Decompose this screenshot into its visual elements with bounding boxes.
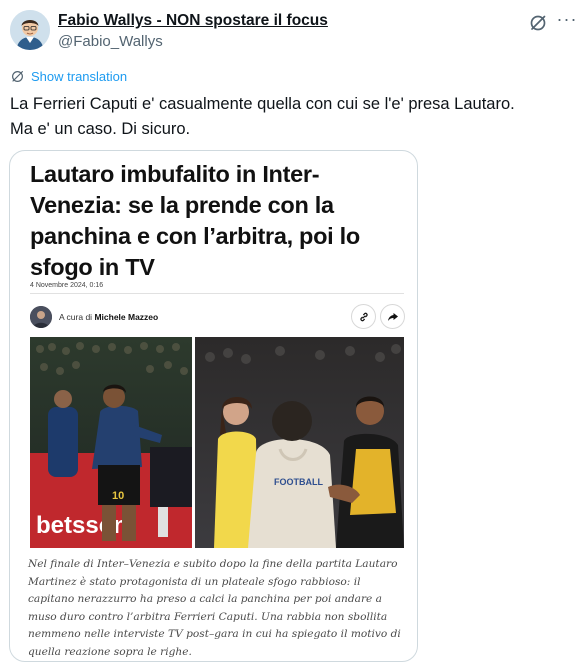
photo-shirt-text: FOOTBALL xyxy=(274,477,323,487)
divider xyxy=(30,293,404,294)
link-icon xyxy=(359,312,368,321)
byline-author: Michele Mazzeo xyxy=(94,312,159,322)
grok-icon[interactable] xyxy=(528,13,548,33)
author-name[interactable]: Fabio Wallys - NON spostare il focus xyxy=(58,12,328,30)
tweet-line-2: Ma e' un caso. Di sicuro. xyxy=(10,120,191,138)
article-photo: betsson 10 FOOTBALL xyxy=(30,337,404,548)
tweet-text: La Ferrieri Caputi e' casualmente quella… xyxy=(10,92,580,142)
byline-prefix: A cura di xyxy=(59,312,93,322)
tweet-line-1: La Ferrieri Caputi e' casualmente quella… xyxy=(10,95,515,113)
show-translation-label[interactable]: Show translation xyxy=(31,69,127,84)
more-icon[interactable]: ··· xyxy=(556,10,578,32)
share-icon xyxy=(387,312,398,321)
show-translation-link[interactable]: Show translation xyxy=(10,69,127,84)
byline-avatar xyxy=(30,306,52,328)
article-caption: Nel finale di Inter–Venezia e subito dop… xyxy=(28,558,401,658)
article-byline: A cura di Michele Mazzeo xyxy=(59,312,158,322)
media-card[interactable]: Lautaro imbufalito in Inter-Venezia: se … xyxy=(9,150,418,662)
article-date: 4 Novembre 2024, 0:16 xyxy=(30,282,104,289)
share-button[interactable] xyxy=(380,304,405,329)
author-avatar[interactable] xyxy=(10,10,50,50)
photo-shirt-number: 10 xyxy=(112,490,124,502)
translate-icon xyxy=(12,71,23,82)
author-handle[interactable]: @Fabio_Wallys xyxy=(58,33,328,50)
avatar-illustration xyxy=(10,10,50,50)
author-block: Fabio Wallys - NON spostare il focus @Fa… xyxy=(58,12,328,50)
copy-link-button[interactable] xyxy=(351,304,376,329)
article-headline: Lautaro imbufalito in Inter-Venezia: se … xyxy=(30,161,360,280)
